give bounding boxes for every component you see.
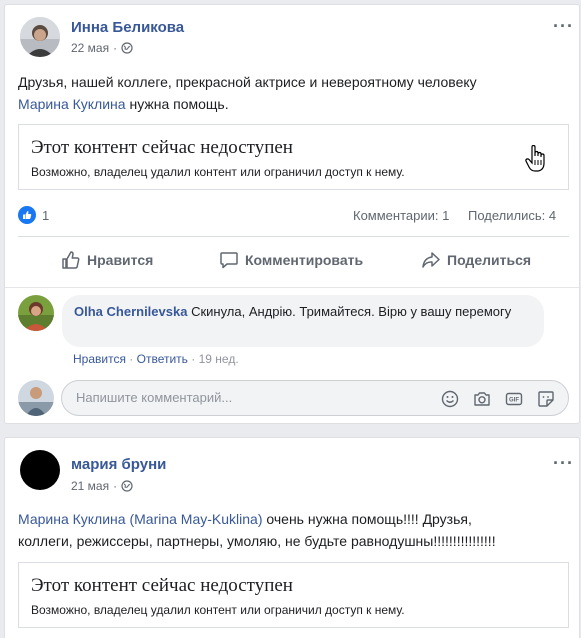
mention-link[interactable]: Марина Куклина — [18, 96, 126, 112]
unavailable-content-box: Этот контент сейчас недоступен Возможно,… — [18, 124, 569, 190]
share-button[interactable]: Поделиться — [421, 250, 531, 270]
thumbs-up-small-icon — [23, 211, 32, 219]
avatar-photo — [20, 17, 60, 57]
divider — [18, 236, 569, 237]
post-meta: 22 мая · — [71, 41, 133, 55]
commenter-photo — [18, 295, 54, 331]
comment-button[interactable]: Комментировать — [219, 250, 363, 270]
more-icon[interactable]: ··· — [553, 454, 574, 472]
comment-input-placeholder: Напишите комментарий... — [76, 390, 233, 405]
comment-time[interactable]: 19 нед. — [199, 352, 239, 366]
divider — [5, 287, 581, 288]
unavailable-subtitle: Возможно, владелец удалил контент или ог… — [31, 603, 405, 617]
author-name[interactable]: Инна Беликова — [71, 19, 184, 36]
unavailable-content-box: Этот контент сейчас недоступен Возможно,… — [18, 562, 569, 628]
globe-icon — [121, 480, 133, 492]
post-text: Марина Куклина (Marina May-Kuklina) очен… — [18, 508, 578, 552]
like-reaction-badge[interactable] — [18, 206, 36, 224]
hand-cursor-icon — [525, 145, 545, 172]
post-text-line1: Друзья, нашей коллеге, прекрасной актрис… — [18, 74, 477, 90]
mention-link[interactable]: Марина Куклина (Marina May-Kuklina) — [18, 511, 263, 527]
comment-icon — [220, 252, 238, 269]
comment-button-label: Комментировать — [245, 252, 364, 268]
author-name[interactable]: мария бруни — [71, 456, 166, 473]
unavailable-title: Этот контент сейчас недоступен — [31, 575, 293, 596]
separator: · — [125, 352, 137, 366]
post-date[interactable]: 22 мая — [71, 41, 109, 55]
like-button-label: Нравится — [87, 252, 154, 268]
comment-like-link[interactable]: Нравится — [73, 352, 126, 366]
author-avatar[interactable] — [20, 450, 60, 490]
meta-separator: · — [113, 479, 118, 493]
share-button-label: Поделиться — [447, 252, 532, 268]
comment-input[interactable]: Напишите комментарий... GIF — [61, 380, 569, 416]
comment-actions: Нравится · Ответить · 19 нед. — [73, 352, 239, 366]
my-avatar[interactable] — [18, 380, 54, 416]
comment-text: Скинула, Андрію. Тримайтеся. Вірю у вашу… — [187, 304, 512, 319]
my-avatar-photo — [18, 380, 54, 416]
post-text: Друзья, нашей коллеге, прекрасной актрис… — [18, 71, 573, 115]
post-date[interactable]: 21 мая — [71, 479, 109, 493]
meta-separator: · — [113, 41, 118, 55]
commenter-avatar[interactable] — [18, 295, 54, 331]
author-avatar[interactable] — [20, 17, 60, 57]
share-icon — [422, 252, 440, 268]
post-text-line2: коллеги, режиссеры, партнеры, умоляю, не… — [18, 533, 496, 549]
unavailable-title: Этот контент сейчас недоступен — [31, 137, 293, 158]
emoji-icon[interactable] — [440, 389, 460, 409]
comment-author[interactable]: Olha Chernilevska — [74, 304, 187, 319]
post-text-tail: нужна помощь. — [125, 96, 229, 112]
like-button[interactable]: Нравится — [61, 250, 153, 270]
unavailable-subtitle: Возможно, владелец удалил контент или ог… — [31, 165, 405, 179]
comment-reply-link[interactable]: Ответить — [137, 352, 188, 366]
comment-bubble: Olha Chernilevska Скинула, Андрію. Трима… — [62, 295, 544, 347]
post-text-tail: очень нужна помощь!!!! Друзья, — [262, 511, 472, 527]
camera-icon[interactable] — [472, 389, 492, 409]
post-card-1: Инна Беликова 22 мая · ··· Друзья, нашей… — [4, 4, 581, 424]
post-card-2: мария бруни 21 мая · ··· Марина Куклина … — [4, 437, 580, 638]
sticker-icon[interactable] — [536, 389, 556, 409]
shares-count[interactable]: Поделились: 4 — [468, 208, 556, 223]
post-meta: 21 мая · — [71, 479, 133, 493]
thumbs-up-icon — [62, 251, 80, 269]
like-count[interactable]: 1 — [42, 208, 49, 223]
svg-text:GIF: GIF — [509, 398, 519, 404]
more-icon[interactable]: ··· — [553, 17, 574, 35]
comments-count[interactable]: Комментарии: 1 — [353, 208, 449, 223]
globe-icon — [121, 42, 133, 54]
separator: · — [187, 352, 199, 366]
gif-icon[interactable]: GIF — [504, 389, 524, 409]
